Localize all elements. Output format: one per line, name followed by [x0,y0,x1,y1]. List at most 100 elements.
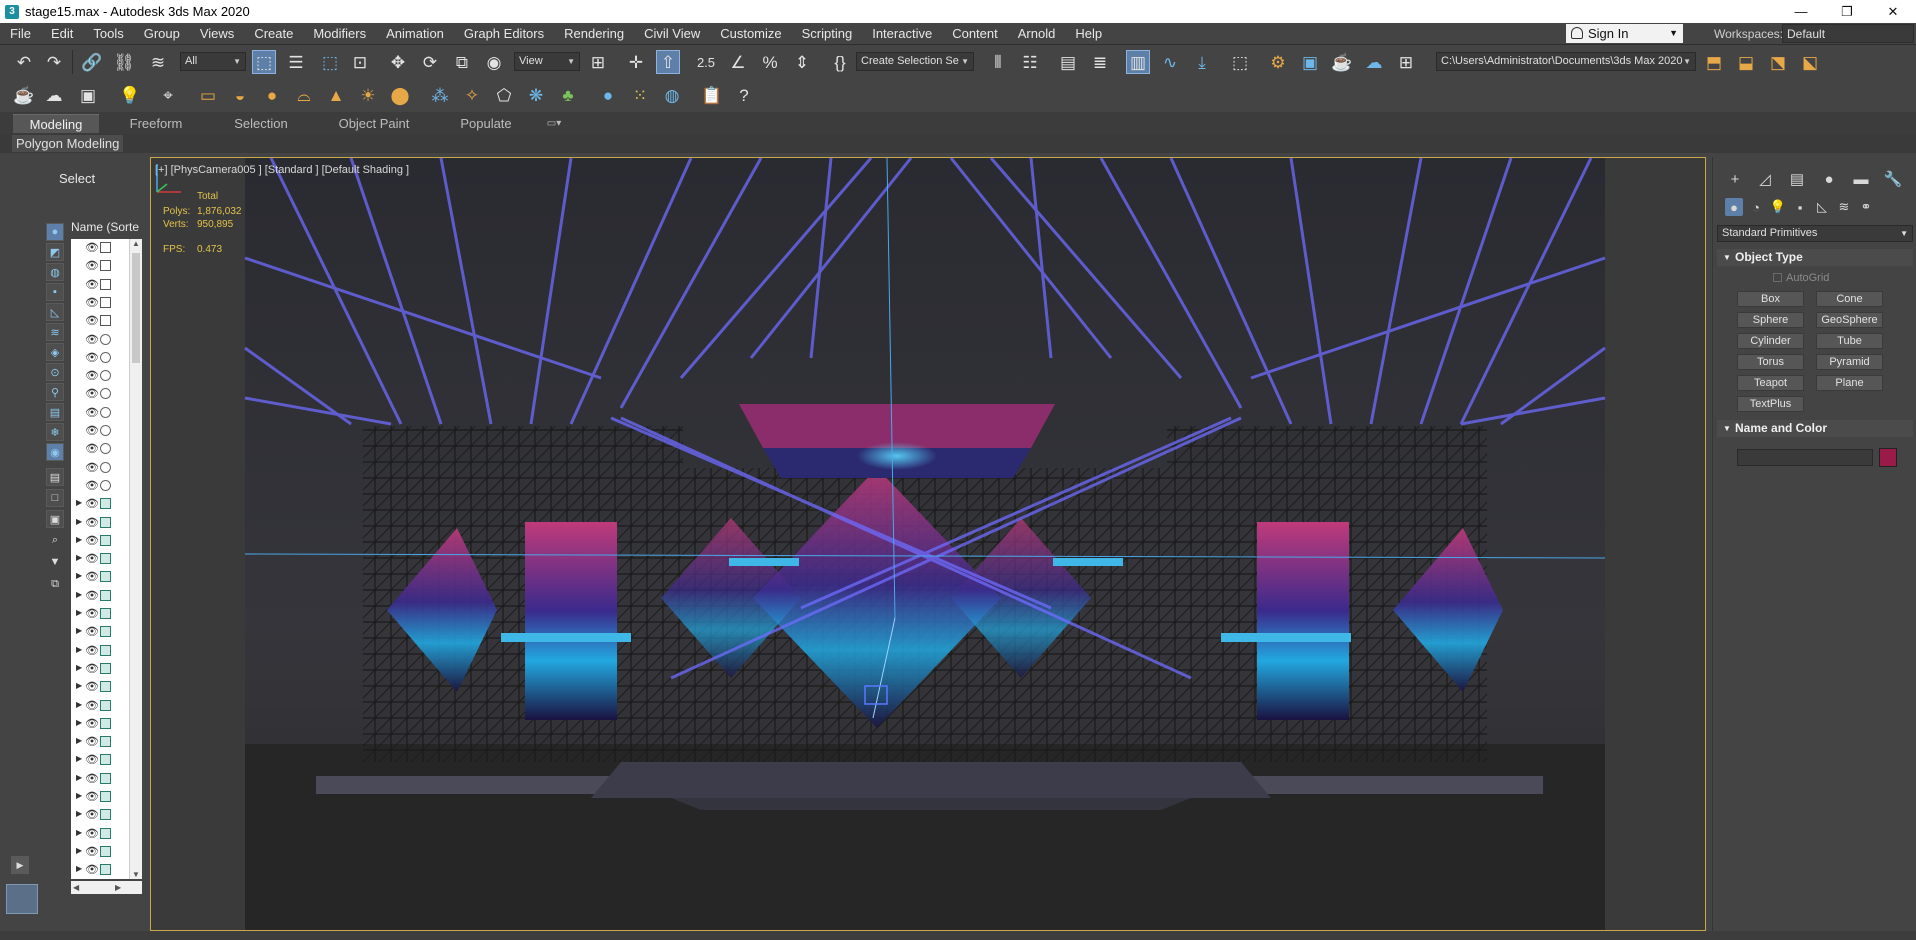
render-production-icon[interactable]: ☕ [1330,50,1354,74]
expand-arrow-icon[interactable]: ▶ [76,700,82,709]
mesh-light-icon[interactable]: ⬠ [492,83,516,107]
visibility-eye-icon[interactable]: 👁 [85,699,99,712]
visibility-eye-icon[interactable]: 👁 [85,808,99,821]
expand-arrow-icon[interactable]: ▶ [76,590,82,599]
list-item[interactable]: 👁 [71,404,129,422]
select-by-name-icon[interactable]: ☰ [284,50,308,74]
display-groups-icon[interactable]: ◈ [46,343,64,361]
display-xrefs-icon[interactable]: ⊙ [46,363,64,381]
visibility-eye-icon[interactable]: 👁 [85,497,99,510]
visibility-eye-icon[interactable]: 👁 [85,369,99,382]
display-all-icon[interactable]: ● [46,223,64,241]
list-item[interactable]: ▶ 👁 [71,825,129,843]
render-shortcuts-icon[interactable]: ⊞ [1394,50,1418,74]
visibility-eye-icon[interactable]: 👁 [85,278,99,291]
align-icon[interactable]: ☷ [1018,50,1042,74]
expand-arrow-icon[interactable]: ▶ [76,571,82,580]
teapot-icon[interactable]: ☕ [12,83,36,107]
scale-icon[interactable]: ⧉ [450,50,474,74]
find-icon[interactable]: ⌕ [46,531,64,549]
expand-arrow-icon[interactable]: ▶ [76,754,82,763]
mirror-icon[interactable]: ⫴ [986,50,1010,74]
cone-button[interactable]: Cone [1816,291,1883,307]
list-item[interactable]: ▶ 👁 [71,733,129,751]
display-bones-icon[interactable]: ⚲ [46,383,64,401]
angle-snap-icon[interactable]: ∠ [726,50,750,74]
shapes-category-icon[interactable]: ◔ [1747,198,1765,216]
reference-coordinate-dropdown[interactable]: View ▼ [514,52,580,71]
named-selection-sets-icon[interactable]: {} [828,50,852,74]
list-item[interactable]: 👁 [71,459,129,477]
display-tab-icon[interactable]: ▬ [1851,169,1871,189]
move-icon[interactable]: ✥ [386,50,410,74]
list-item[interactable]: 👁 [71,422,129,440]
visibility-eye-icon[interactable]: 👁 [85,461,99,474]
scene-explorer-icon[interactable]: ▤ [1056,50,1080,74]
selection-set-dropdown[interactable]: Create Selection Se ▼ [856,52,974,71]
visibility-eye-icon[interactable]: 👁 [85,442,99,455]
visibility-eye-icon[interactable]: 👁 [85,625,99,638]
scroll-down-icon[interactable]: ▼ [132,870,140,879]
list-item[interactable]: ▶ 👁 [71,788,129,806]
select-invert-icon[interactable]: ▣ [46,510,64,528]
visibility-eye-icon[interactable]: 👁 [85,333,99,346]
autogrid-checkbox[interactable]: AutoGrid [1773,272,1829,284]
expand-arrow-icon[interactable]: ▶ [76,773,82,782]
ribbon-tab-modeling[interactable]: Modeling [13,114,99,133]
hierarchy-tab-icon[interactable]: ▤ [1787,169,1807,189]
list-item[interactable]: ▶ 👁 [71,568,129,586]
torus-button[interactable]: Torus [1737,354,1804,370]
ribbon-toggle-icon[interactable]: ▥ [1126,50,1150,74]
physical-sky-icon[interactable]: ✧ [460,83,484,107]
list-item[interactable]: 👁 [71,367,129,385]
visibility-eye-icon[interactable]: 👁 [85,296,99,309]
expand-arrow-icon[interactable]: ▶ [76,645,82,654]
viewport-camera[interactable]: [+] [PhysCamera005 ] [Standard ] [Defaul… [150,157,1706,931]
menu-scripting[interactable]: Scripting [792,26,863,41]
spacewarps-category-icon[interactable]: ≋ [1835,198,1853,216]
display-helpers-icon[interactable]: ◺ [46,303,64,321]
close-button[interactable]: ✕ [1870,0,1916,23]
lights-category-icon[interactable]: 💡 [1769,198,1787,216]
display-geometry-icon[interactable]: ◩ [46,243,64,261]
list-item[interactable]: ▶ 👁 [71,605,129,623]
object-name-field[interactable] [1737,449,1873,466]
menu-file[interactable]: File [0,26,41,41]
display-lights-icon[interactable]: ◍ [46,263,64,281]
list-item[interactable]: ▶ 👁 [71,697,129,715]
polygon-modeling-label[interactable]: Polygon Modeling [12,135,124,152]
photometric-icon[interactable]: ⁂ [428,83,452,107]
spinner-snap-icon[interactable]: ⇕ [790,50,814,74]
list-item[interactable]: ▶ 👁 [71,751,129,769]
expand-arrow-icon[interactable]: ▶ [76,718,82,727]
expand-arrow-icon[interactable]: ▶ [76,736,82,745]
menu-arnold[interactable]: Arnold [1008,26,1066,41]
visibility-eye-icon[interactable]: 👁 [85,662,99,675]
list-item[interactable]: ▶ 👁 [71,550,129,568]
material-browser-icon[interactable]: ◍ [660,83,684,107]
visibility-eye-icon[interactable]: 👁 [85,534,99,547]
object-category-dropdown[interactable]: Standard Primitives ▼ [1717,225,1913,242]
select-all-icon[interactable]: ▤ [46,468,64,486]
cylinder-button[interactable]: Cylinder [1737,333,1804,349]
select-manipulate-icon[interactable]: ✛ [624,50,648,74]
textplus-button[interactable]: TextPlus [1737,396,1804,412]
pivot-center-icon[interactable]: ⊞ [586,50,610,74]
visibility-eye-icon[interactable]: 👁 [85,717,99,730]
visibility-eye-icon[interactable]: 👁 [85,863,99,876]
visibility-eye-icon[interactable]: 👁 [85,406,99,419]
utilities-tab-icon[interactable]: 🔧 [1883,169,1903,189]
systems-category-icon[interactable]: ⚭ [1857,198,1875,216]
clipboard-icon[interactable]: 📋 [700,83,724,107]
keyboard-shortcut-override-icon[interactable]: ⇧ [656,50,680,74]
explorer-vertical-scrollbar[interactable]: ▲ ▼ [129,239,142,879]
list-item[interactable]: 👁 [71,239,129,257]
scroll-up-icon[interactable]: ▲ [132,239,140,248]
expand-arrow-icon[interactable]: ▶ [76,608,82,617]
ribbon-tab-populate[interactable]: Populate [440,114,532,133]
ribbon-options-icon[interactable]: ▭▾ [540,114,568,133]
expand-arrow-icon[interactable]: ▶ [76,791,82,800]
list-item[interactable]: ▶ 👁 [71,861,129,879]
display-frozen-icon[interactable]: ❄ [46,423,64,441]
list-item[interactable]: ▶ 👁 [71,678,129,696]
